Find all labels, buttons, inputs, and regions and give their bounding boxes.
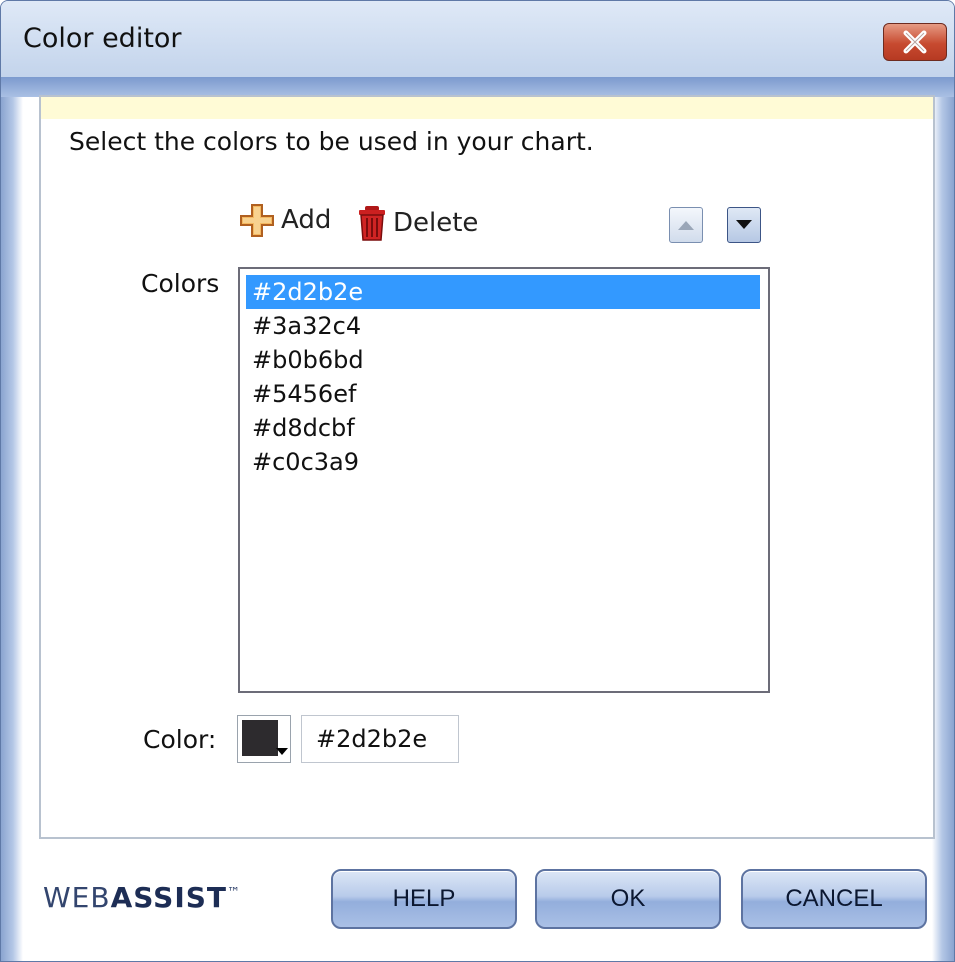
color-editor-window: Color editor Select the colors to be use… (0, 0, 955, 962)
webassist-logo: WEBASSIST™ (43, 881, 241, 914)
ok-button[interactable]: OK (535, 869, 721, 929)
add-label: Add (281, 205, 332, 235)
list-item[interactable]: #3a32c4 (246, 309, 760, 343)
list-item[interactable]: #b0b6bd (246, 343, 760, 377)
move-down-button[interactable] (727, 207, 761, 243)
arrow-up-icon (678, 221, 694, 230)
window-title: Color editor (23, 23, 182, 54)
move-up-button[interactable] (669, 207, 703, 243)
list-item[interactable]: #d8dcbf (246, 411, 760, 445)
plus-icon (240, 204, 274, 237)
brand-bold: ASSIST (110, 881, 228, 914)
list-item[interactable]: #c0c3a9 (246, 445, 760, 479)
color-field-label: Color: (143, 725, 217, 754)
cancel-button[interactable]: CANCEL (741, 869, 927, 929)
help-button[interactable]: HELP (331, 869, 517, 929)
content-panel: Select the colors to be used in your cha… (39, 95, 935, 839)
brand-trademark: ™ (227, 885, 242, 901)
list-item[interactable]: #5456ef (246, 377, 760, 411)
close-x-icon (903, 30, 927, 54)
color-swatch (242, 720, 278, 756)
close-button[interactable] (883, 23, 947, 61)
color-picker-button[interactable] (237, 715, 291, 763)
panel-highlight-strip (41, 97, 933, 119)
frame-top-band (1, 77, 954, 97)
colors-list-label: Colors (141, 269, 220, 298)
colors-listbox[interactable]: #2d2b2e #3a32c4 #b0b6bd #5456ef #d8dcbf … (238, 267, 770, 693)
instruction-text: Select the colors to be used in your cha… (69, 127, 594, 156)
add-color-button[interactable]: Add (239, 203, 331, 237)
trash-icon (359, 206, 385, 241)
delete-label: Delete (393, 208, 479, 238)
color-hex-input[interactable] (301, 715, 459, 763)
arrow-down-icon (736, 220, 752, 229)
delete-color-button[interactable]: Delete (357, 205, 478, 241)
chevron-down-icon (276, 748, 288, 755)
brand-prefix: WEB (43, 881, 111, 914)
title-bar[interactable]: Color editor (1, 1, 954, 79)
list-item[interactable]: #2d2b2e (246, 275, 760, 309)
